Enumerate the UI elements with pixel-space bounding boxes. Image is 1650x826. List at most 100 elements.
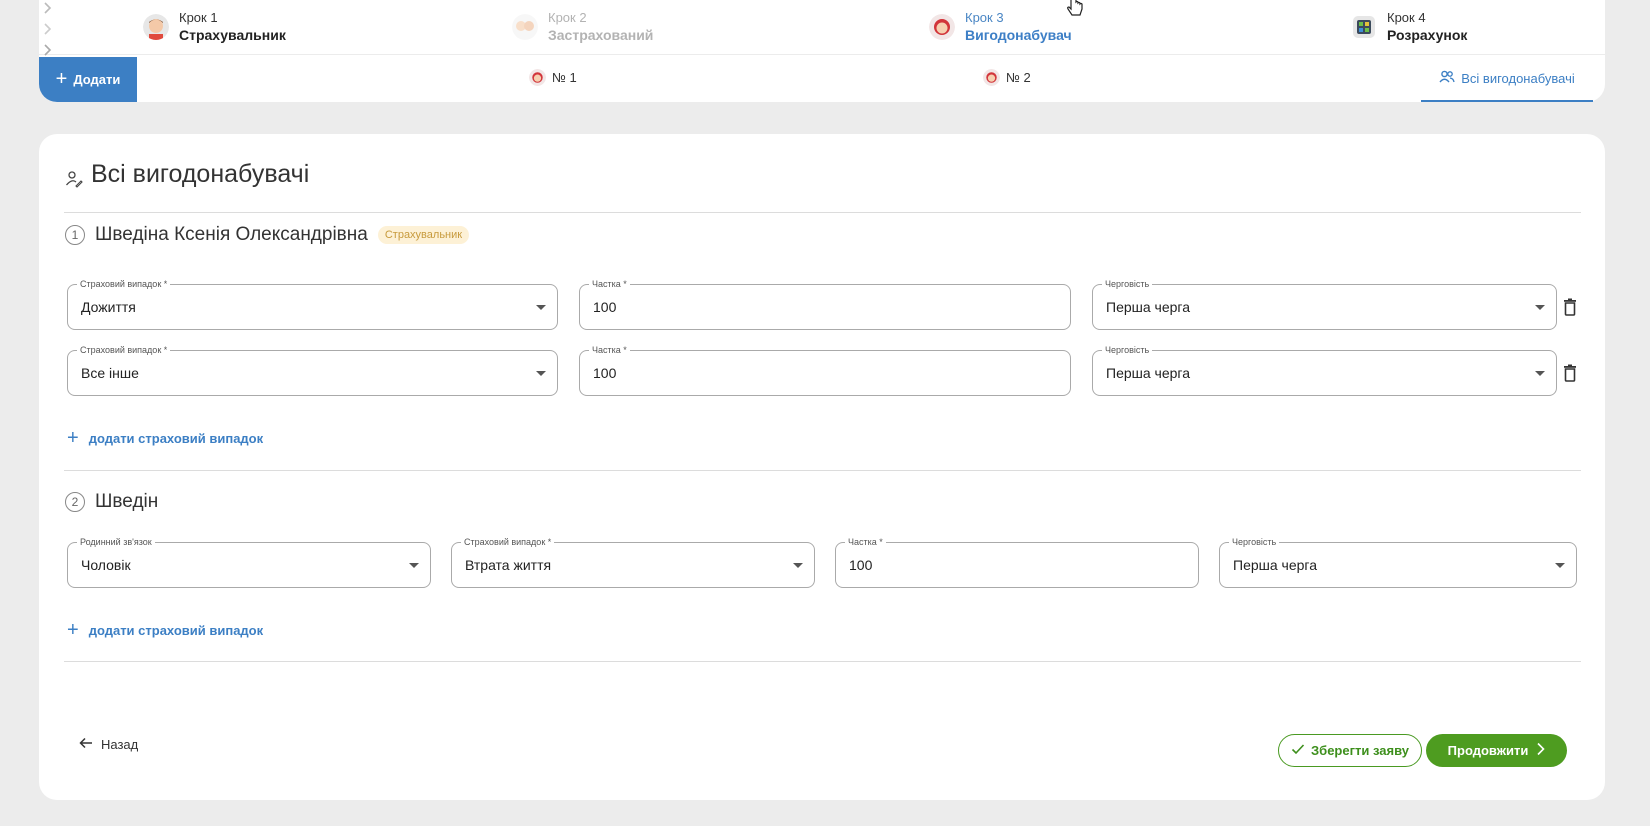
insurance-case-select[interactable]: Страховий випадок * Дожиття: [67, 278, 558, 330]
trash-icon[interactable]: [1563, 364, 1577, 382]
field-value: Чоловік: [81, 557, 131, 573]
step-name: Страхувальник: [179, 27, 286, 43]
dropdown-arrow-icon: [1535, 371, 1545, 376]
dropdown-arrow-icon: [1555, 563, 1565, 568]
plus-icon: +: [67, 619, 79, 641]
add-beneficiary-button[interactable]: + Додати: [39, 57, 137, 102]
add-case-label: додати страховий випадок: [88, 430, 264, 446]
field-label: Страховий випадок *: [77, 278, 171, 290]
add-insurance-case-button[interactable]: + додати страховий випадок: [67, 427, 264, 449]
divider: [64, 661, 1581, 662]
check-icon: [1291, 743, 1305, 758]
plus-icon: +: [67, 427, 79, 449]
title-text: Всі вигодонабувачі: [91, 160, 310, 188]
person-avatar-icon: [143, 14, 169, 40]
role-badge: Страхувальник: [377, 226, 470, 244]
beneficiary-header: 1 Шведіна Ксенія Олександрівна Страхувал…: [65, 224, 470, 246]
calculator-icon: [1351, 14, 1377, 40]
woman-avatar-icon: [929, 14, 955, 40]
continue-button[interactable]: Продовжити: [1426, 734, 1567, 767]
beneficiary-name: Шведіна Ксенія Олександрівна: [95, 224, 368, 245]
field-label: Родинний зв'язок: [77, 536, 155, 548]
tab-label: № 1: [552, 70, 577, 85]
step-name: Розрахунок: [1387, 27, 1468, 43]
step-name: Вигодонабувач: [965, 27, 1072, 43]
field-value: Перша черга: [1106, 365, 1190, 381]
step-2[interactable]: Крок 2 Застрахований: [512, 9, 653, 45]
insurance-case-select[interactable]: Страховий випадок * Все інше: [67, 344, 558, 396]
field-label: Страховий випадок *: [77, 344, 171, 356]
step-number: Крок 2: [548, 10, 587, 25]
back-button[interactable]: Назад: [79, 737, 138, 752]
tab-all-beneficiaries[interactable]: Всі вигодонабувачі: [1421, 57, 1593, 102]
field-value: 100: [593, 299, 617, 315]
share-input[interactable]: Частка * 100: [579, 278, 1071, 330]
share-input[interactable]: Частка * 100: [835, 536, 1199, 588]
people-avatar-icon: [512, 14, 538, 40]
share-input[interactable]: Частка * 100: [579, 344, 1071, 396]
order-select[interactable]: Черговість Перша черга: [1092, 344, 1557, 396]
field-value: Втрата життя: [465, 557, 552, 573]
beneficiary-number: 2: [65, 492, 85, 512]
field-label: Страховий випадок *: [461, 536, 555, 548]
add-button-label: Додати: [73, 72, 121, 87]
field-label: Черговість: [1102, 278, 1153, 290]
beneficiaries-card: Всі вигодонабувачі 1 Шведіна Ксенія Олек…: [39, 134, 1605, 800]
person-edit-icon: [65, 166, 83, 188]
insurance-case-select[interactable]: Страховий випадок * Втрата життя: [451, 536, 815, 588]
step-1[interactable]: Крок 1 Страхувальник: [143, 9, 286, 45]
divider: [64, 212, 1581, 213]
beneficiary-number: 1: [65, 225, 85, 245]
chevron-right-icon: [1536, 742, 1545, 759]
tab-label: № 2: [1006, 70, 1031, 85]
step-number: Крок 3: [965, 10, 1004, 25]
field-label: Частка *: [589, 278, 630, 290]
tab-label: Всі вигодонабувачі: [1461, 71, 1575, 86]
order-select[interactable]: Черговість Перша черга: [1219, 536, 1577, 588]
beneficiary-tabs: + Додати № 1 № 2 Всі вигодонабувачі: [39, 57, 1605, 102]
step-4[interactable]: Крок 4 Розрахунок: [1351, 9, 1467, 45]
field-label: Черговість: [1229, 536, 1280, 548]
beneficiary-name: Шведін: [95, 491, 159, 512]
field-label: Частка *: [845, 536, 886, 548]
save-label: Зберегти заяву: [1311, 743, 1409, 758]
field-value: Дожиття: [81, 299, 136, 315]
relation-select[interactable]: Родинний зв'язок Чоловік: [67, 536, 431, 588]
divider: [64, 470, 1581, 471]
step-number: Крок 1: [179, 10, 218, 25]
woman-avatar-icon: [529, 69, 546, 86]
step-name: Застрахований: [548, 27, 654, 43]
field-label: Черговість: [1102, 344, 1153, 356]
field-value: 100: [593, 365, 617, 381]
order-select[interactable]: Черговість Перша черга: [1092, 278, 1557, 330]
add-insurance-case-button[interactable]: + додати страховий випадок: [67, 619, 264, 641]
dropdown-arrow-icon: [536, 305, 546, 310]
back-label: Назад: [101, 737, 139, 752]
people-icon: [1439, 70, 1455, 87]
continue-label: Продовжити: [1447, 743, 1529, 758]
field-value: Перша черга: [1106, 299, 1190, 315]
dropdown-arrow-icon: [1535, 305, 1545, 310]
field-label: Частка *: [589, 344, 630, 356]
add-case-label: додати страховий випадок: [88, 622, 264, 638]
field-value: 100: [849, 557, 873, 573]
step-number: Крок 4: [1387, 10, 1426, 25]
dropdown-arrow-icon: [409, 563, 419, 568]
steps-card: Крок 1 Страхувальник Крок 2 Застрахований …: [39, 0, 1605, 102]
field-value: Перша черга: [1233, 557, 1317, 573]
save-application-button[interactable]: Зберегти заяву: [1278, 734, 1422, 767]
beneficiary-header: 2 Шведін: [65, 491, 158, 513]
hand-cursor-icon: [1065, 0, 1085, 20]
page-title: Всі вигодонабувачі: [65, 160, 309, 189]
trash-icon[interactable]: [1563, 298, 1577, 316]
dropdown-arrow-icon: [536, 371, 546, 376]
tab-beneficiary-2[interactable]: № 2: [983, 69, 1031, 86]
tab-beneficiary-1[interactable]: № 1: [529, 69, 577, 86]
plus-icon: +: [55, 67, 68, 90]
dropdown-arrow-icon: [793, 563, 803, 568]
step-3[interactable]: Крок 3 Вигодонабувач: [929, 9, 1072, 45]
arrow-left-icon: [79, 737, 93, 752]
woman-avatar-icon: [983, 69, 1000, 86]
stepper: Крок 1 Страхувальник Крок 2 Застрахований …: [39, 0, 1605, 56]
field-value: Все інше: [81, 365, 139, 381]
